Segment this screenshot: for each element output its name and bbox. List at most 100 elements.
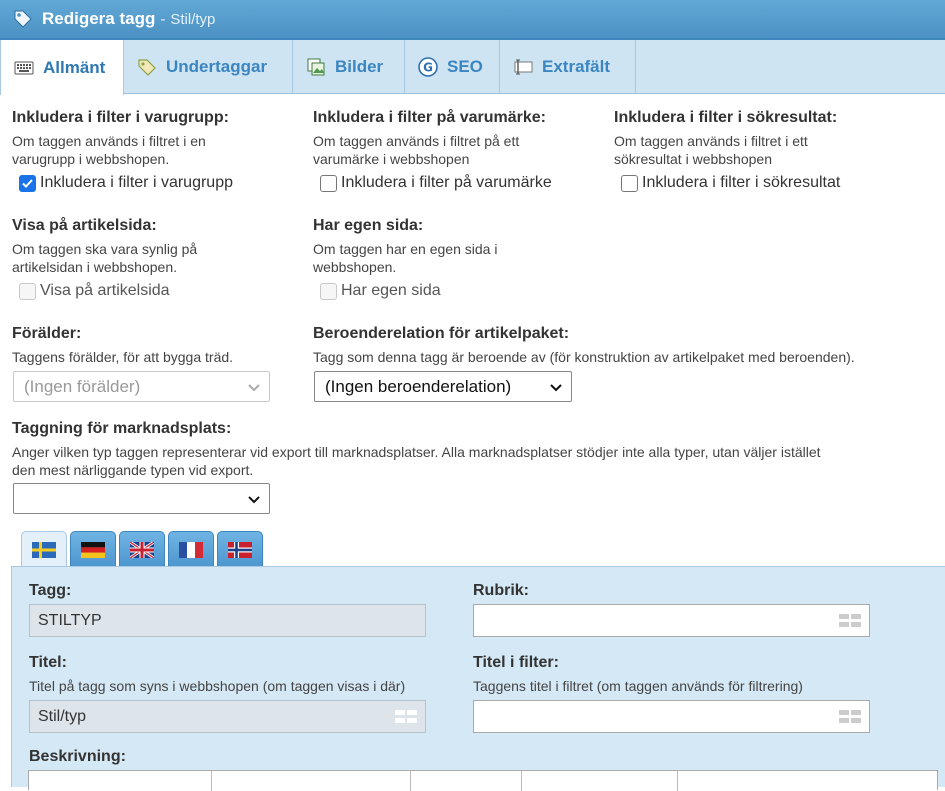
title-input[interactable]: Stil/typ [29,700,426,733]
tab-lang-en[interactable] [119,531,165,567]
section-marknadsplats: Taggning för marknadsplats: Anger vilken… [12,420,942,479]
checkbox-label: Inkludera i filter i sökresultat [642,174,841,191]
tab-label: Undertaggar [166,57,268,76]
checkbox-icon[interactable] [621,174,638,192]
tab-lang-no[interactable] [217,531,263,567]
title-desc: Titel på tagg som syns i webbshopen (om … [29,678,406,694]
description-label: Beskrivning: [29,748,126,765]
section-desc-line2: den mest närliggande typen vid export. [12,462,254,478]
tag-input[interactable]: STILTYP [29,604,426,637]
tab-lang-de[interactable] [70,531,116,567]
grid-icon[interactable] [839,710,861,724]
description-editor[interactable] [28,770,938,791]
section-desc: Om taggen används i filtret i ett sökres… [614,133,808,167]
checkbox-disabled-icon[interactable] [19,282,36,300]
section-desc: Om taggen används i filtret i en varugru… [12,133,206,167]
chevron-down-icon [247,492,261,506]
chevron-down-icon [549,380,563,394]
tab-label: Bilder [335,57,384,76]
flag-france-icon [179,541,203,558]
checkbox-label: Har egen sida [341,282,441,299]
tab-label: SEO [447,57,483,76]
filter-title-input[interactable] [473,700,870,733]
section-title: Har egen sida: [313,217,424,234]
editor-divider [211,771,212,791]
tab-undertaggar[interactable]: Undertaggar [124,40,293,94]
section-filter-sokresultat: Inkludera i filter i sökresultat: Om tag… [614,109,914,192]
checkbox-icon[interactable] [320,174,337,192]
section-egen-sida: Har egen sida: Om taggen har en egen sid… [313,217,603,300]
images-icon [305,56,327,78]
checkbox-filter-varumarke[interactable]: Inkludera i filter på varumärke [320,174,608,192]
section-desc: Om taggen har en egen sida i webbshopen. [313,241,498,275]
section-title: Beroenderelation för artikelpaket: [313,325,570,342]
tag-icon [136,56,158,78]
checkbox-label: Inkludera i filter på varumärke [341,174,552,191]
tag-label: Tagg: [29,582,72,599]
section-filter-varumarke: Inkludera i filter på varumärke: Om tagg… [313,109,608,192]
flag-uk-icon [130,541,154,558]
heading-input[interactable] [473,604,870,637]
tab-label: Allmänt [43,57,106,77]
section-foralder: Förälder: Taggens förälder, för att bygg… [12,325,302,366]
window-titlebar: Redigera tagg - Stil/typ [0,0,945,40]
seo-g-icon: G [417,56,439,78]
editor-divider [677,771,678,791]
dependency-select-value: (Ingen beroenderelation) [325,376,512,396]
title-separator: - [160,10,166,28]
checkbox-disabled-icon[interactable] [320,282,337,300]
section-title: Inkludera i filter i varugrupp: [12,109,229,126]
tab-allmant[interactable]: Allmänt [0,40,124,95]
section-visa-artikelsida: Visa på artikelsida: Om taggen ska vara … [12,217,302,300]
grid-icon[interactable] [395,710,417,724]
filter-title-label: Titel i filter: [473,654,559,671]
section-desc-line1: Anger vilken typ taggen representerar vi… [12,444,821,460]
checkbox-filter-varugrupp[interactable]: Inkludera i filter i varugrupp [19,174,302,192]
checkbox-filter-sokresultat[interactable]: Inkludera i filter i sökresultat [621,174,914,192]
section-desc: Om taggen används i filtret på ett varum… [313,133,520,167]
tab-seo[interactable]: G SEO [405,40,500,94]
checkbox-checked-icon[interactable] [19,174,36,192]
keyboard-icon [13,57,35,79]
parent-select[interactable]: (Ingen förälder) [13,371,270,402]
section-desc: Om taggen ska vara synlig på artikelsida… [12,241,198,275]
tab-label: Extrafält [542,57,611,76]
window-subtitle: Stil/typ [170,10,216,28]
flag-sweden-icon [32,541,56,558]
tab-lang-sv[interactable] [21,531,67,567]
tab-bilder[interactable]: Bilder [293,40,405,94]
checkbox-label: Inkludera i filter i varugrupp [40,174,233,191]
title-label: Titel: [29,654,67,671]
grid-icon[interactable] [839,614,861,628]
checkbox-label: Visa på artikelsida [40,282,170,299]
editor-divider [521,771,522,791]
tab-extrafalt[interactable]: Extrafält [500,40,636,94]
chevron-down-icon [247,380,261,394]
flag-norway-icon [228,541,252,558]
section-title: Inkludera i filter på varumärke: [313,109,546,126]
section-title: Inkludera i filter i sökresultat: [614,109,838,126]
checkbox-visa-artikelsida[interactable]: Visa på artikelsida [19,282,302,300]
dependency-select[interactable]: (Ingen beroenderelation) [314,371,572,402]
tag-icon [12,8,34,30]
section-title: Visa på artikelsida: [12,217,157,234]
section-desc: Tagg som denna tagg är beroende av (för … [313,349,855,365]
section-title: Förälder: [12,325,82,342]
editor-divider [410,771,411,791]
heading-label: Rubrik: [473,582,529,599]
parent-select-value: (Ingen förälder) [24,376,141,396]
filter-title-desc: Taggens titel i filtret (om taggen använ… [473,678,803,694]
main-tabbar: Allmänt Undertaggar Bilder G SEO Extrafä… [0,40,945,95]
section-title: Taggning för marknadsplats: [12,420,232,437]
section-desc: Taggens förälder, för att bygga träd. [12,349,234,365]
tab-lang-fr[interactable] [168,531,214,567]
svg-text:G: G [423,61,433,75]
tag-input-value: STILTYP [38,611,102,629]
window-title: Redigera tagg [42,9,156,28]
flag-germany-icon [81,541,105,558]
field-icon [512,56,534,78]
title-input-value: Stil/typ [38,707,87,725]
marketplace-select[interactable] [13,483,270,514]
checkbox-egen-sida[interactable]: Har egen sida [320,282,603,300]
section-beroenderelation: Beroenderelation för artikelpaket: Tagg … [313,325,943,366]
